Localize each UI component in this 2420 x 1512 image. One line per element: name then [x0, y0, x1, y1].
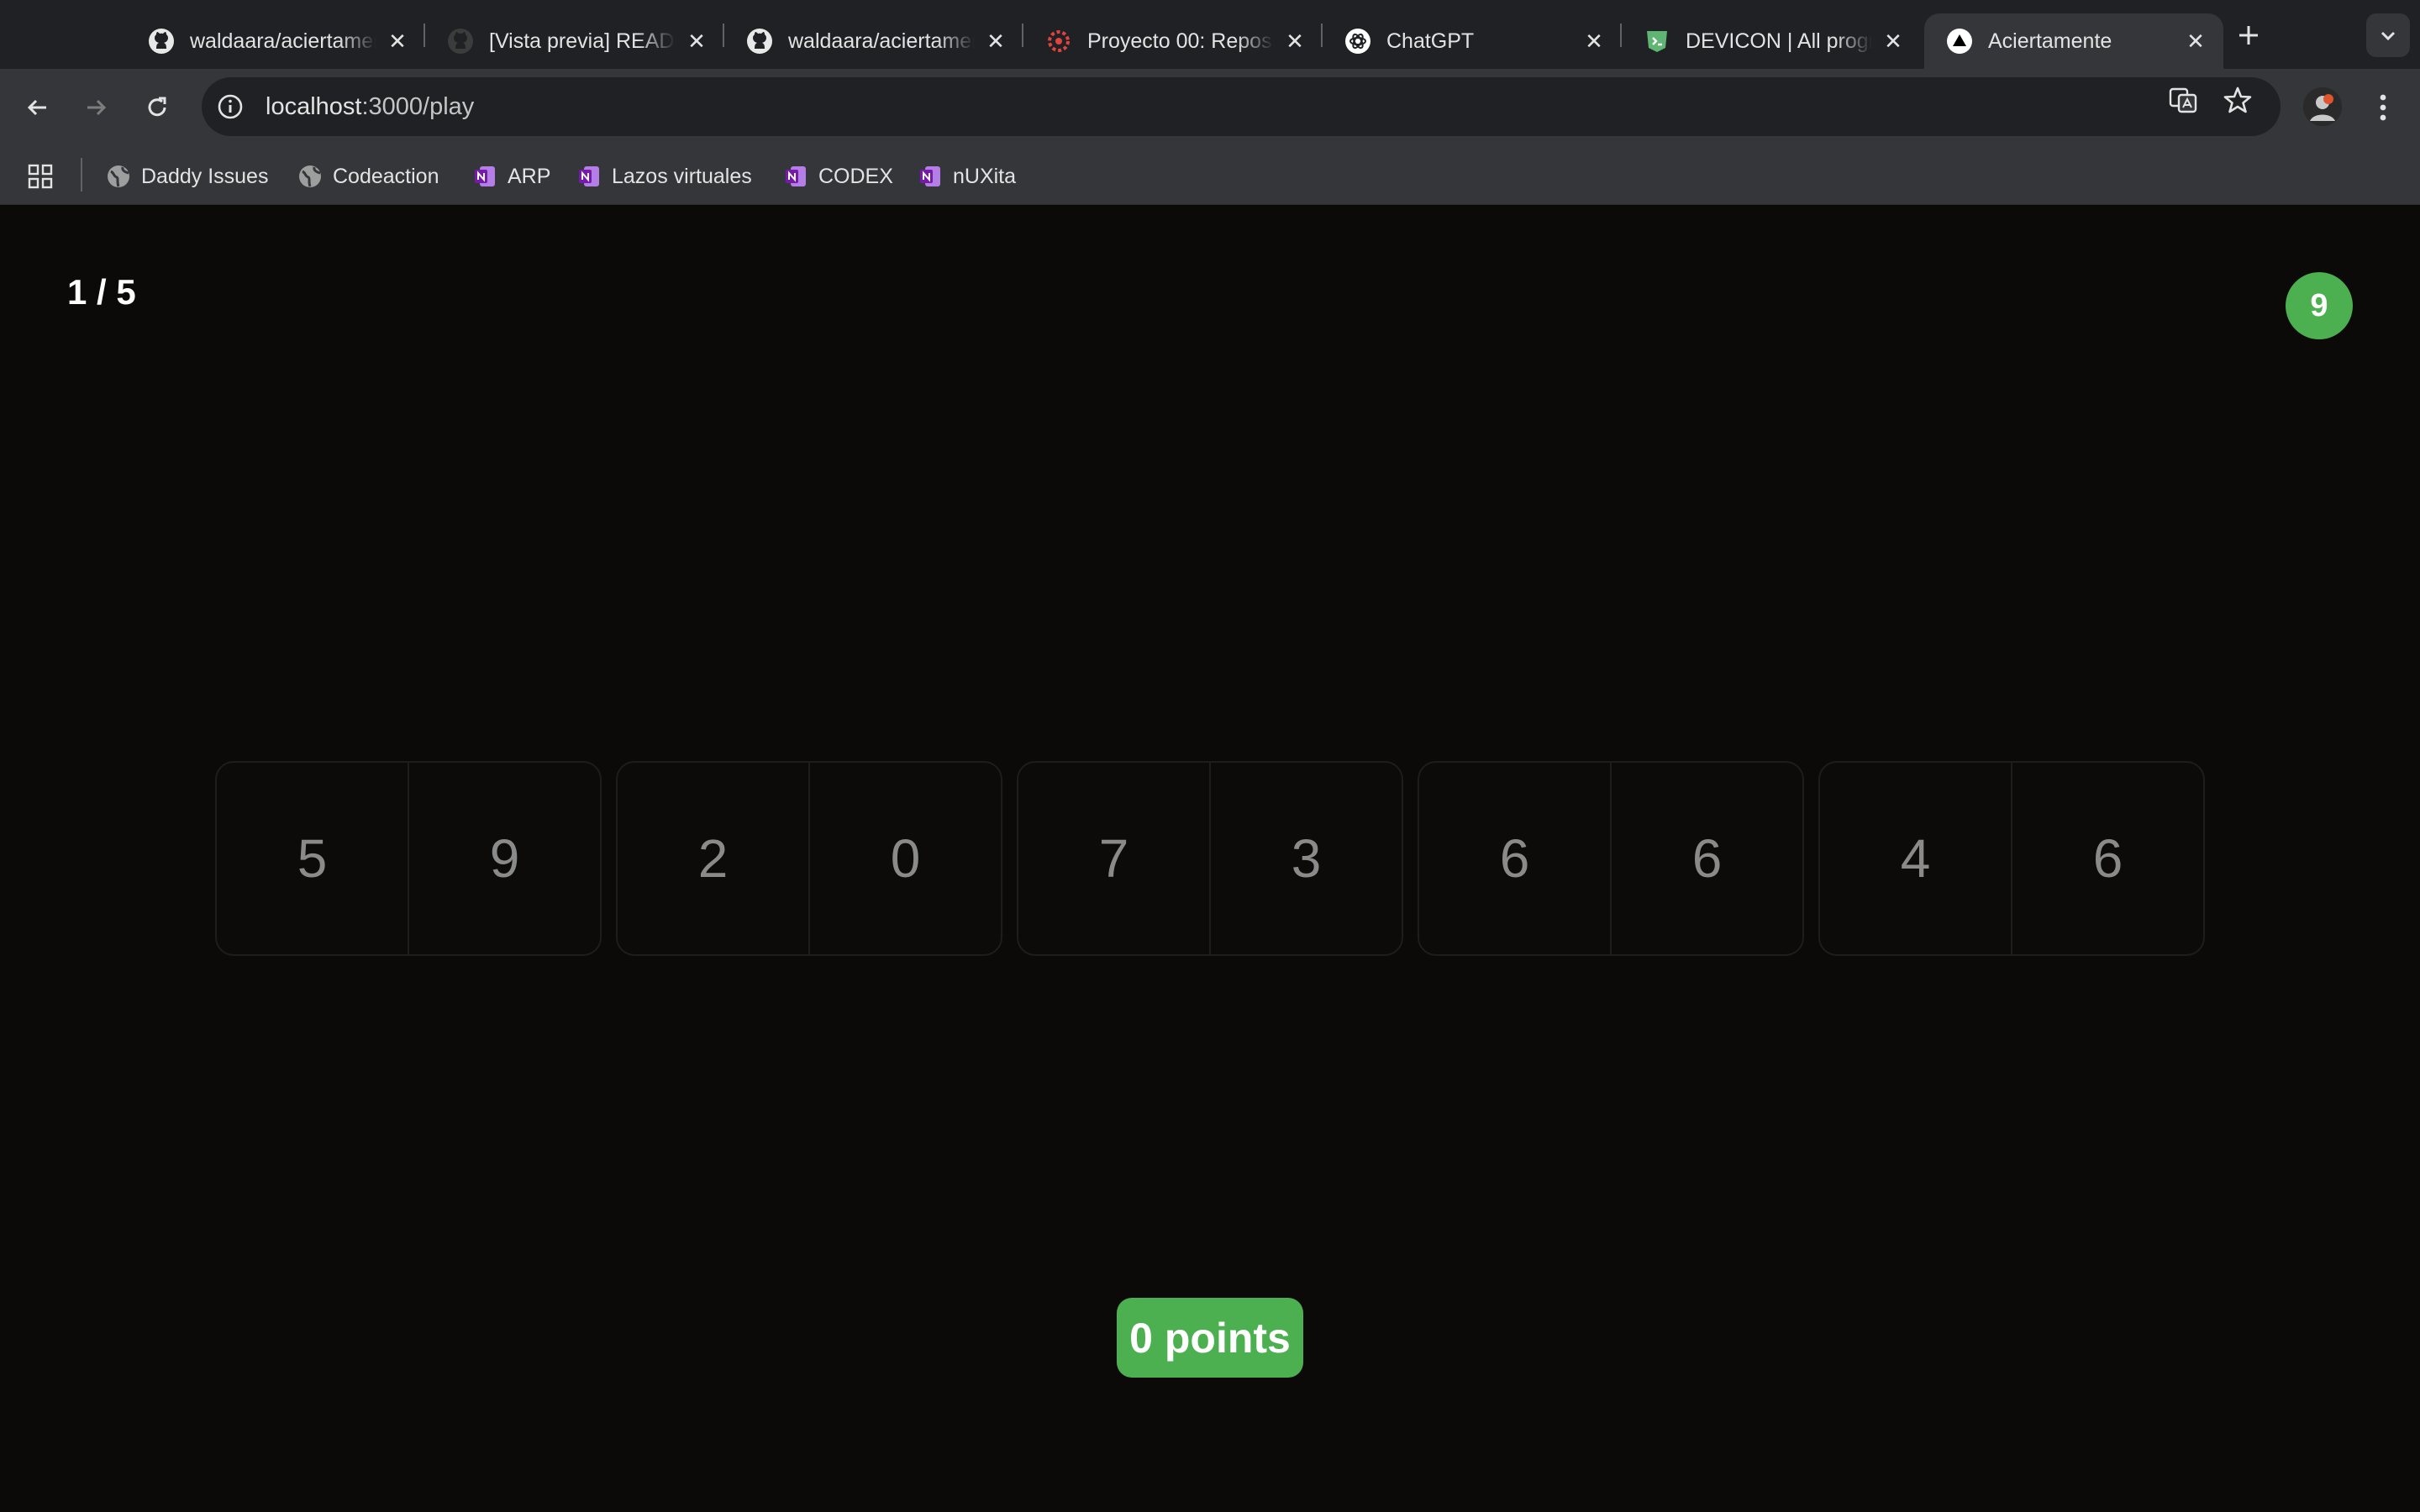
tab-title: waldaara/aciertamente: [788, 29, 975, 53]
menu-icon[interactable]: [2368, 87, 2398, 128]
globe-icon: [106, 164, 131, 189]
bookmark-label: CODEX: [818, 164, 893, 188]
reload-icon: [148, 97, 166, 117]
url-host: localhost: [266, 92, 362, 120]
bookmark-label: nUXita: [953, 164, 1017, 188]
onenote-icon: [576, 164, 602, 189]
address-bar[interactable]: localhost:3000/play: [202, 77, 2281, 136]
bookmarks-separator: [81, 158, 82, 192]
tab-github-1[interactable]: waldaara/aciertamente ✕: [126, 13, 425, 69]
number-board: 5 9 2 0 7 3 6 6 4 6: [215, 761, 2205, 956]
bookmark-codex[interactable]: CODEX: [783, 160, 893, 193]
close-icon[interactable]: ✕: [2183, 29, 2208, 54]
number-pair[interactable]: 4 6: [1818, 761, 2205, 956]
number-pair[interactable]: 6 6: [1418, 761, 1804, 956]
score-badge: 0 points: [1117, 1298, 1303, 1378]
tab-chatgpt[interactable]: ChatGPT ✕: [1323, 13, 1622, 69]
number-cell[interactable]: 7: [1018, 763, 1209, 954]
number-cell[interactable]: 9: [408, 763, 600, 954]
bookmarks-bar: Daddy Issues Codeaction ARP Lazos virtua…: [0, 146, 2420, 205]
bookmark-label: Lazos virtuales: [612, 164, 752, 188]
onenote-icon: [783, 164, 808, 189]
bookmark-codeaction[interactable]: Codeaction: [297, 160, 439, 193]
close-icon[interactable]: ✕: [1881, 29, 1906, 54]
onenote-icon: [918, 164, 943, 189]
countdown-timer: 9: [2286, 272, 2353, 339]
number-cell[interactable]: 3: [1209, 763, 1402, 954]
number-cell[interactable]: 6: [2011, 763, 2203, 954]
tab-strip: waldaara/aciertamente ✕ [Vista previa] R…: [0, 0, 2420, 69]
triangle-icon: [1946, 28, 1973, 55]
tab-github-preview[interactable]: [Vista previa] README ✕: [425, 13, 724, 69]
close-icon[interactable]: ✕: [385, 29, 410, 54]
number-cell[interactable]: 6: [1419, 763, 1610, 954]
close-icon[interactable]: ✕: [684, 29, 709, 54]
github-icon: [148, 28, 175, 55]
bookmark-daddy-issues[interactable]: Daddy Issues: [106, 160, 268, 193]
browser-toolbar: localhost:3000/play: [0, 69, 2420, 146]
globe-icon: [297, 164, 323, 189]
chevron-down-icon: [2381, 31, 2396, 41]
number-cell[interactable]: 4: [1820, 763, 2011, 954]
apps-button[interactable]: [27, 160, 54, 193]
bookmark-arp[interactable]: ARP: [472, 160, 550, 193]
gear-icon: [1045, 28, 1072, 55]
close-icon[interactable]: ✕: [1581, 29, 1607, 54]
translate-icon[interactable]: [2165, 81, 2202, 118]
arrow-left-icon: [27, 99, 46, 116]
close-icon[interactable]: ✕: [983, 29, 1008, 54]
forward-button[interactable]: [76, 87, 117, 128]
tab-title: Proyecto 00: Repositorio: [1087, 29, 1274, 53]
github-icon: [746, 28, 773, 55]
number-cell[interactable]: 5: [217, 763, 408, 954]
bookmark-label: Codeaction: [333, 164, 439, 188]
game-page: 1 / 5 9 5 9 2 0 7 3 6 6 4 6 0 points: [0, 205, 2420, 1512]
round-progress: 1 / 5: [67, 272, 136, 312]
tab-search-button[interactable]: [2366, 13, 2410, 57]
tab-title: DEVICON | All programming: [1686, 29, 1872, 53]
tab-title: Aciertamente: [1988, 29, 2112, 53]
arrow-right-icon: [87, 99, 107, 116]
number-cell[interactable]: 6: [1610, 763, 1802, 954]
number-pair[interactable]: 7 3: [1017, 761, 1403, 956]
site-info-icon[interactable]: [213, 90, 247, 123]
new-tab-button[interactable]: [2228, 15, 2269, 55]
profile-avatar[interactable]: [2303, 87, 2342, 126]
apps-grid-icon: [28, 164, 53, 189]
chatgpt-icon: [1344, 28, 1371, 55]
tab-aciertamente[interactable]: Aciertamente ✕: [1924, 13, 2223, 69]
onenote-icon: [472, 164, 497, 189]
bookmark-nuxita[interactable]: nUXita: [918, 160, 1016, 193]
number-pair[interactable]: 5 9: [215, 761, 602, 956]
tab-github-2[interactable]: waldaara/aciertamente ✕: [724, 13, 1023, 69]
tab-proyecto[interactable]: Proyecto 00: Repositorio ✕: [1023, 13, 1323, 69]
back-button[interactable]: [17, 87, 57, 128]
bookmark-label: ARP: [508, 164, 551, 188]
reload-button[interactable]: [137, 87, 177, 128]
number-cell[interactable]: 0: [808, 763, 1001, 954]
bookmark-lazos-virtuales[interactable]: Lazos virtuales: [576, 160, 752, 193]
tab-title: [Vista previa] README: [489, 29, 676, 53]
bookmark-star-icon[interactable]: [2219, 81, 2256, 118]
shield-icon: [1644, 28, 1670, 55]
address-url: localhost:3000/play: [266, 93, 474, 121]
github-icon: [447, 28, 474, 55]
tab-title: waldaara/aciertamente: [190, 29, 376, 53]
tab-title: ChatGPT: [1386, 29, 1475, 53]
tab-devicon[interactable]: DEVICON | All programming ✕: [1622, 13, 1921, 69]
number-cell[interactable]: 2: [618, 763, 808, 954]
close-icon[interactable]: ✕: [1282, 29, 1307, 54]
number-pair[interactable]: 2 0: [616, 761, 1002, 956]
bookmark-label: Daddy Issues: [141, 164, 269, 188]
url-path: :3000/play: [361, 92, 475, 120]
plus-icon: [2239, 26, 2258, 45]
